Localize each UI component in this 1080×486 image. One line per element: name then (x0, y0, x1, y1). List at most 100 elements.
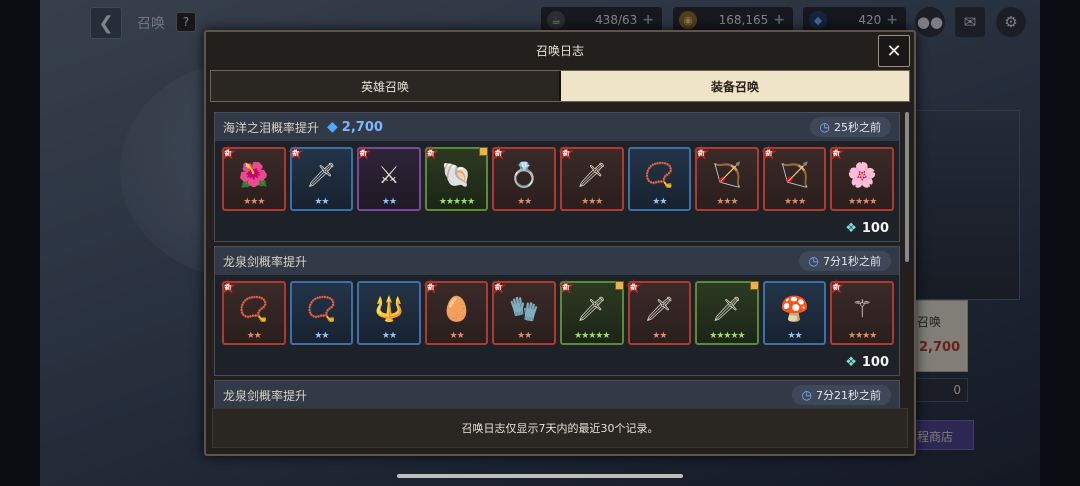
section-footer: ❖ 100 (215, 349, 899, 375)
new-badge-icon: 新 (423, 145, 439, 160)
star-rating: ★★★★★ (709, 331, 745, 341)
item-slot[interactable]: 🏹 ★★★ 新 (693, 145, 759, 211)
item-slot[interactable]: 🗡 ★★★★★ 新 (558, 279, 624, 345)
star-rating: ★★★ (716, 197, 738, 207)
item-slot[interactable]: 🗡 ★★ 新 (287, 145, 354, 211)
tab-bar: 英雄召唤 装备召唤 (210, 70, 910, 102)
home-indicator[interactable] (397, 474, 683, 478)
section-header: 海洋之泪概率提升 ◆ 2,700 ◷ 25秒之前 (215, 113, 899, 141)
equipment-icon: 🗡 (576, 295, 607, 323)
new-badge-icon: 新 (693, 145, 709, 160)
close-icon: ✕ (886, 40, 902, 62)
time-label: 7分21秒之前 (816, 389, 881, 402)
log-section: 龙泉剑概率提升 ◷ 7分1秒之前 📿 ★★ 新 📿 ★★ 🔱 ★★ 🥚 ★★ 新 🧤 ★★ 新 🗡 ★★★★★ 新 🗡… (214, 246, 900, 376)
summon-log-list[interactable]: 海洋之泪概率提升 ◆ 2,700 ◷ 25秒之前 🌺 ★★★ 新 🗡 ★★ 新 ⚔ ★★ 新 🐚 ★★★★★ 新… (214, 112, 900, 412)
time-label: 25秒之前 (834, 121, 881, 134)
log-notice: 召唤日志仅显示7天内的最近30个记录。 (212, 408, 908, 448)
new-badge-icon: 新 (490, 145, 507, 160)
item-row: 📿 ★★ 新 📿 ★★ 🔱 ★★ 🥚 ★★ 新 🧤 ★★ 新 🗡 ★★★★★ 新 🗡 ★★ 新 🗡 ★★★★★ 🍄 ★★ ⚚ ★… (215, 275, 899, 349)
section-header: 龙泉剑概率提升 ◷ 7分1秒之前 (215, 247, 899, 275)
star-rating: ★★★ (581, 197, 603, 207)
item-slot[interactable]: 🌺 ★★★ 新 (220, 145, 286, 211)
item-slot[interactable]: 🗡 ★★ 新 (625, 279, 692, 345)
item-slot[interactable]: 🔱 ★★ (357, 281, 421, 345)
star-rating: ★★ (381, 331, 397, 341)
star-rating: ★★ (381, 197, 397, 207)
star-rating: ★★ (314, 197, 329, 207)
star-rating: ★★ (314, 331, 329, 341)
shard-icon: ❖ (845, 220, 857, 236)
tab-equipment-summon[interactable]: 装备召唤 (561, 71, 909, 101)
clock-icon: ◷ (801, 388, 812, 402)
item-slot[interactable]: 🥚 ★★ 新 (423, 279, 489, 345)
equipment-icon: 🍄 (779, 295, 810, 323)
log-section: 海洋之泪概率提升 ◆ 2,700 ◷ 25秒之前 🌺 ★★★ 新 🗡 ★★ 新 ⚔ ★★ 新 🐚 ★★★★★ 新… (214, 112, 900, 242)
equipment-icon: 🐚 (441, 161, 472, 189)
clock-icon: ◷ (808, 254, 819, 268)
star-rating: ★★ (449, 331, 465, 341)
star-rating: ★★★ (783, 197, 806, 207)
item-slot[interactable]: 🧤 ★★ 新 (490, 279, 556, 345)
equipment-icon: 📿 (306, 295, 337, 323)
item-slot[interactable]: 🍄 ★★ (762, 281, 827, 345)
section-title: 龙泉剑概率提升 (223, 254, 308, 269)
equipment-icon: 📿 (238, 295, 269, 323)
item-slot[interactable]: 💍 ★★ 新 (490, 145, 556, 211)
item-slot[interactable]: 🏹 ★★★ 新 (761, 145, 827, 211)
footer-value: 100 (861, 354, 889, 370)
item-slot[interactable]: 🗡 ★★★ 新 (558, 145, 624, 211)
equipment-icon: 🏹 (779, 161, 810, 189)
clock-icon: ◷ (819, 120, 830, 134)
equipment-icon: 🗡 (306, 161, 337, 189)
star-rating: ★★★ (243, 197, 265, 207)
star-rating: ★★★★ (848, 197, 877, 207)
item-slot[interactable]: 📿 ★★ (627, 147, 692, 211)
star-rating: ★★ (517, 197, 532, 207)
item-slot[interactable]: 🗡 ★★★★★ (695, 281, 759, 345)
equipment-icon: 🏹 (712, 161, 742, 189)
time-badge: ◷ 7分21秒之前 (791, 385, 891, 405)
star-rating: ★★★★★ (574, 331, 610, 341)
star-rating: ★★ (517, 331, 532, 341)
close-button[interactable]: ✕ (878, 35, 910, 67)
section-title: 海洋之泪概率提升 (223, 120, 320, 135)
shard-icon: ❖ (845, 354, 857, 370)
star-rating: ★★ (652, 331, 667, 341)
new-badge-icon: 新 (625, 279, 642, 294)
equipment-icon: 🥚 (441, 295, 472, 323)
equipment-icon: ⚚ (851, 295, 873, 323)
equipment-icon: 💍 (509, 161, 540, 189)
scrollbar[interactable] (905, 112, 909, 262)
star-rating: ★★ (652, 197, 667, 207)
new-badge-icon: 新 (828, 145, 845, 160)
log-section: 龙泉剑概率提升 ◷ 7分21秒之前 (214, 380, 900, 410)
item-slot[interactable]: 📿 ★★ (289, 281, 354, 345)
section-cost-value: 2,700 (341, 119, 383, 135)
new-badge-icon: 新 (287, 145, 304, 160)
item-slot[interactable]: 📿 ★★ 新 (220, 279, 286, 345)
bookmark-icon (749, 281, 759, 290)
new-badge-icon: 新 (423, 279, 439, 294)
summon-log-modal: 召唤日志 ✕ 英雄召唤 装备召唤 海洋之泪概率提升 ◆ 2,700 ◷ 25秒之前 🌺 ★★… (204, 30, 916, 456)
new-badge-icon: 新 (828, 279, 845, 294)
new-badge-icon: 新 (220, 279, 236, 294)
star-rating: ★★★★ (848, 331, 877, 341)
bookmark-icon (479, 147, 489, 156)
item-slot[interactable]: ⚔ ★★ 新 (355, 145, 421, 211)
new-badge-icon: 新 (355, 145, 371, 160)
item-slot[interactable]: 🐚 ★★★★★ 新 (423, 145, 489, 211)
equipment-icon: 📿 (644, 161, 675, 189)
tab-hero-summon[interactable]: 英雄召唤 (211, 71, 559, 101)
new-badge-icon: 新 (558, 145, 574, 160)
new-badge-icon: 新 (220, 145, 236, 160)
new-badge-icon: 新 (558, 279, 574, 294)
equipment-icon: 🗡 (644, 295, 675, 323)
equipment-icon: ⚔ (378, 161, 400, 189)
section-cost: ◆ 2,700 (327, 119, 383, 135)
item-row: 🌺 ★★★ 新 🗡 ★★ 新 ⚔ ★★ 新 🐚 ★★★★★ 新 💍 ★★ 新 🗡 ★★★ 新 📿 ★★ 🏹 ★★★ 新 🏹 ★★… (215, 141, 899, 215)
equipment-icon: 🌺 (238, 161, 269, 189)
item-slot[interactable]: 🌸 ★★★★ 新 (828, 145, 894, 211)
modal-title: 召唤日志 (535, 44, 584, 58)
equipment-icon: 🌸 (847, 161, 878, 189)
item-slot[interactable]: ⚚ ★★★★ 新 (828, 279, 894, 345)
